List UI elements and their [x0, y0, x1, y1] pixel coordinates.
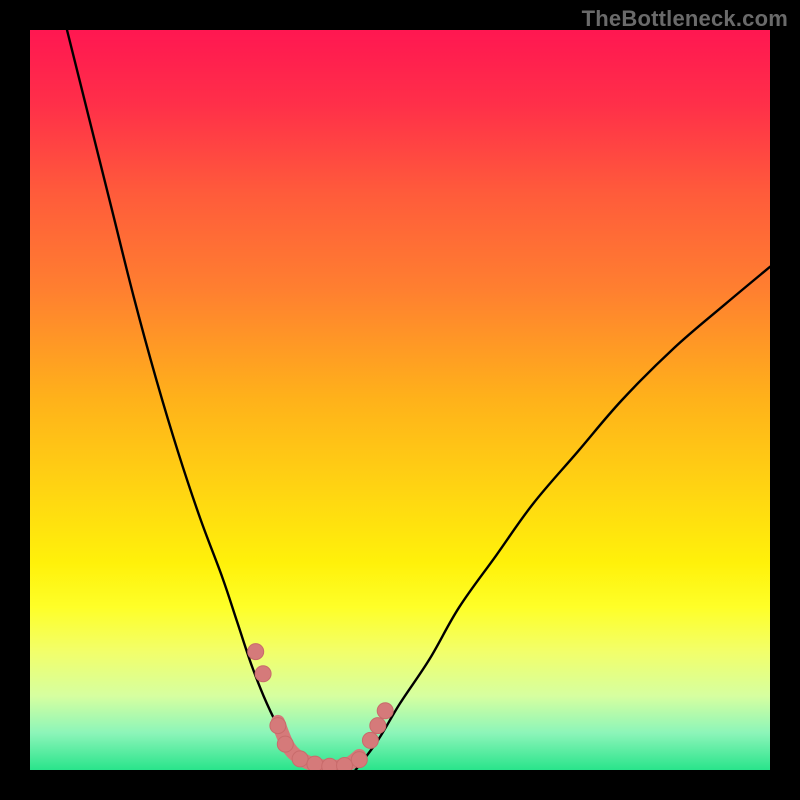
data-marker — [292, 751, 308, 767]
watermark-text: TheBottleneck.com — [582, 6, 788, 32]
plot-area — [30, 30, 770, 770]
chart-frame: TheBottleneck.com — [0, 0, 800, 800]
data-marker — [277, 736, 293, 752]
data-marker — [377, 703, 393, 719]
data-marker — [270, 718, 286, 734]
data-marker — [255, 666, 271, 682]
data-marker — [322, 758, 338, 770]
data-marker — [362, 732, 378, 748]
curve-left — [67, 30, 311, 770]
data-marker — [337, 758, 353, 770]
data-marker — [351, 752, 367, 768]
data-marker — [248, 644, 264, 660]
data-marker — [370, 718, 386, 734]
data-marker — [307, 756, 323, 770]
curve-layer — [30, 30, 770, 770]
curve-right — [356, 267, 770, 770]
